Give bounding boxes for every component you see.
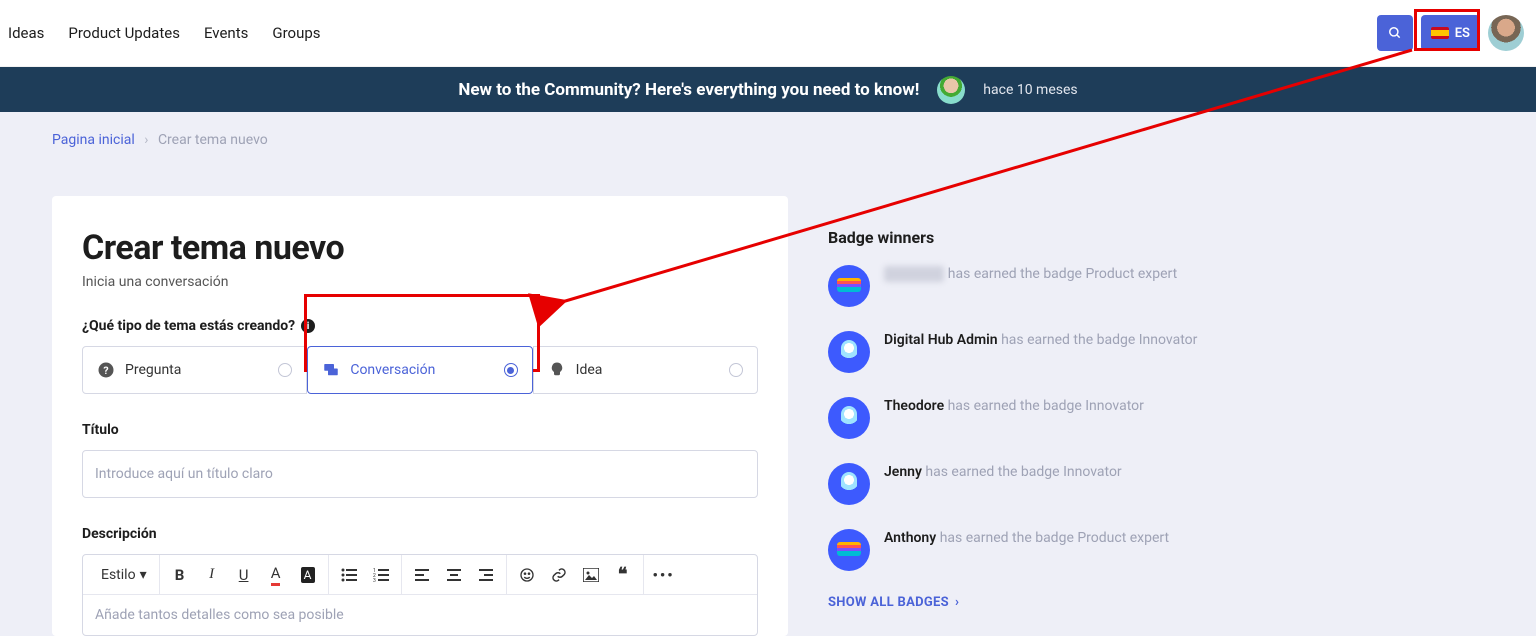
nav-groups[interactable]: Groups [272, 20, 320, 46]
image-button[interactable] [577, 561, 605, 589]
numbered-list-button[interactable]: 123 [367, 561, 395, 589]
chevron-right-icon: › [955, 595, 959, 610]
show-all-badges-link[interactable]: SHOW ALL BADGES › [828, 595, 1484, 610]
badge-innovator-icon [828, 397, 870, 439]
style-dropdown[interactable]: Estilo▾ [95, 567, 153, 583]
editor-toolbar: Estilo▾ B I U A A 123 [83, 555, 757, 595]
topic-type-label: ¿Qué tipo de tema estás creando? i [82, 318, 758, 334]
topic-type-idea[interactable]: Idea [533, 346, 758, 394]
banner-author-avatar [937, 76, 965, 104]
badge-innovator-icon [828, 331, 870, 373]
bullet-list-button[interactable] [335, 561, 363, 589]
radio-icon [729, 363, 743, 377]
rich-text-editor: Estilo▾ B I U A A 123 [82, 554, 758, 636]
nav-product-updates[interactable]: Product Updates [68, 20, 180, 46]
sidebar: Badge winners xxxx has earned the badge … [828, 196, 1484, 636]
radio-icon [504, 363, 518, 377]
create-topic-card: Crear tema nuevo Inicia una conversación… [52, 196, 788, 636]
svg-text:3: 3 [373, 578, 376, 582]
topic-type-question-label: Pregunta [125, 362, 181, 378]
breadcrumb: Pagina inicial › Crear tema nuevo [52, 132, 268, 148]
search-icon [1388, 26, 1402, 40]
announcement-banner[interactable]: New to the Community? Here's everything … [0, 67, 1536, 112]
topic-type-idea-label: Idea [576, 362, 603, 378]
radio-icon [278, 363, 292, 377]
quote-button[interactable]: ❝ [609, 561, 637, 589]
nav-events[interactable]: Events [204, 20, 248, 46]
svg-text:?: ? [103, 364, 108, 377]
topic-type-conversation[interactable]: Conversación [307, 346, 532, 394]
chevron-right-icon: › [144, 132, 148, 148]
more-button[interactable]: ••• [650, 561, 678, 589]
badge-winner-row: Digital Hub Admin has earned the badge I… [828, 331, 1484, 373]
topic-type-question[interactable]: ? Pregunta [82, 346, 307, 394]
badge-winner-row: Anthony has earned the badge Product exp… [828, 529, 1484, 571]
badge-product-expert-icon [828, 529, 870, 571]
winner-name[interactable]: Theodore [884, 398, 944, 414]
link-button[interactable] [545, 561, 573, 589]
winner-name-hidden: xxxx [884, 266, 944, 282]
language-code: ES [1455, 26, 1470, 41]
topic-type-conversation-label: Conversación [350, 362, 435, 378]
title-input[interactable] [82, 450, 758, 498]
badge-winner-row: xxxx has earned the badge Product expert [828, 265, 1484, 307]
caret-down-icon: ▾ [140, 567, 147, 583]
winner-name[interactable]: Digital Hub Admin [884, 332, 998, 348]
top-nav-bar: Ideas Product Updates Events Groups ES [0, 0, 1536, 67]
nav-ideas[interactable]: Ideas [8, 20, 44, 46]
info-icon[interactable]: i [301, 319, 315, 333]
badge-innovator-icon [828, 463, 870, 505]
main-nav: Ideas Product Updates Events Groups [8, 20, 321, 46]
description-input[interactable]: Añade tantos detalles como sea posible [83, 595, 757, 635]
winner-name[interactable]: Jenny [884, 464, 922, 480]
topic-type-selector: ? Pregunta Conversación Idea [82, 346, 758, 394]
question-icon: ? [97, 361, 115, 379]
emoji-button[interactable] [513, 561, 541, 589]
page-subtitle: Inicia una conversación [82, 274, 758, 290]
bold-button[interactable]: B [166, 561, 194, 589]
breadcrumb-current: Crear tema nuevo [158, 132, 268, 148]
language-switcher[interactable]: ES [1421, 15, 1480, 51]
badge-winner-row: Theodore has earned the badge Innovator [828, 397, 1484, 439]
breadcrumb-home[interactable]: Pagina inicial [52, 132, 135, 148]
idea-icon [548, 361, 566, 379]
title-label: Título [82, 422, 758, 438]
banner-timestamp: hace 10 meses [983, 82, 1077, 98]
flag-es-icon [1431, 27, 1449, 39]
align-right-button[interactable] [472, 561, 500, 589]
banner-title: New to the Community? Here's everything … [458, 80, 919, 100]
badge-product-expert-icon [828, 265, 870, 307]
badge-winner-row: Jenny has earned the badge Innovator [828, 463, 1484, 505]
highlight-button[interactable]: A [294, 561, 322, 589]
winner-name[interactable]: Anthony [884, 530, 936, 546]
search-button[interactable] [1377, 15, 1413, 51]
italic-button[interactable]: I [198, 561, 226, 589]
underline-button[interactable]: U [230, 561, 258, 589]
badge-winners-heading: Badge winners [828, 228, 1484, 247]
align-center-button[interactable] [440, 561, 468, 589]
conversation-icon [322, 361, 340, 379]
page-title: Crear tema nuevo [82, 228, 758, 268]
text-color-button[interactable]: A [262, 561, 290, 589]
description-label: Descripción [82, 526, 758, 542]
align-left-button[interactable] [408, 561, 436, 589]
user-avatar[interactable] [1488, 15, 1524, 51]
